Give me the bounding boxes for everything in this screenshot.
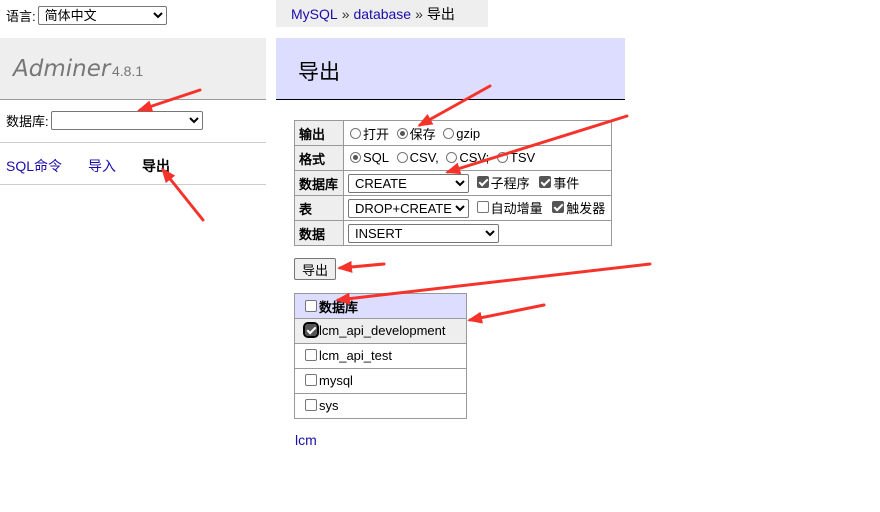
arrow-icon <box>335 262 652 305</box>
arrow-icon <box>467 303 546 324</box>
arrow-icon <box>417 84 492 127</box>
arrow-icon <box>337 260 386 273</box>
arrow-icon <box>161 167 205 222</box>
arrow-icon <box>445 114 629 175</box>
annotation-arrows <box>137 84 652 324</box>
arrow-icon <box>137 88 202 112</box>
